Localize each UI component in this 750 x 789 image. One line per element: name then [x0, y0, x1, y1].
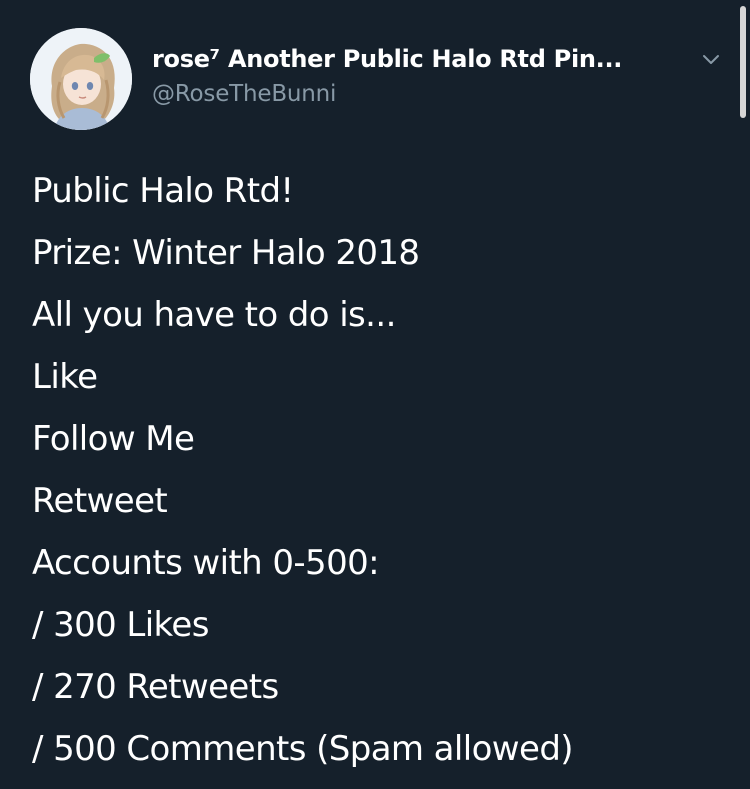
tweet-line: Prize: Winter Halo 2018	[32, 233, 420, 273]
tweet-line: Public Halo Rtd!	[32, 171, 294, 211]
tweet-line: Retweet	[32, 481, 168, 521]
tweet-line: Like	[32, 357, 98, 397]
avatar-image	[30, 28, 132, 130]
display-name[interactable]: rose⁷ Another Public Halo Rtd Pin...	[152, 44, 622, 74]
tweet-line: / 500 Comments (Spam allowed)	[32, 729, 574, 769]
tweet: rose⁷ Another Public Halo Rtd Pin... @Ro…	[0, 0, 750, 789]
author-row: rose⁷ Another Public Halo Rtd Pin...	[152, 44, 719, 78]
tweet-text: Public Halo Rtd! Prize: Winter Halo 2018…	[32, 160, 732, 780]
tweet-line: All you have to do is...	[32, 295, 396, 335]
chevron-down-icon[interactable]	[700, 48, 722, 70]
tweet-line: Follow Me	[32, 419, 195, 459]
tweet-line: / 300 Likes	[32, 605, 209, 645]
scrollbar[interactable]	[740, 6, 746, 118]
tweet-line: / 270 Retweets	[32, 667, 279, 707]
avatar[interactable]	[30, 28, 132, 130]
tweet-line: Accounts with 0-500:	[32, 543, 380, 583]
username-handle[interactable]: @RoseTheBunni	[152, 80, 336, 108]
